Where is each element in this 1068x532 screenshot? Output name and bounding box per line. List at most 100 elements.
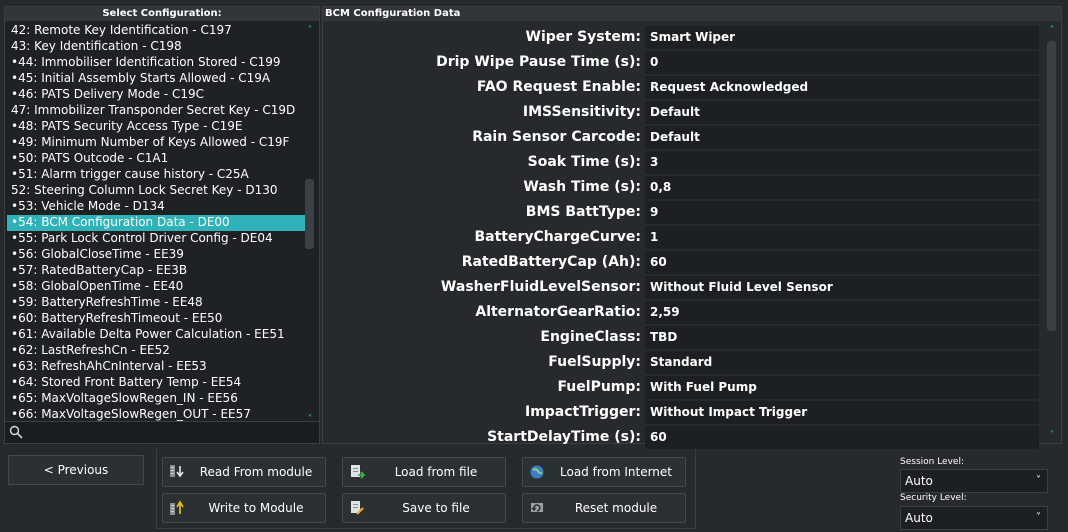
config-field-value[interactable]: Without Impact Trigger	[645, 401, 1039, 424]
session-level-select[interactable]: Auto ˅	[900, 469, 1048, 493]
load-file-icon	[351, 465, 365, 479]
load-from-file-button[interactable]: Load from file	[342, 457, 506, 487]
config-field-value[interactable]: Smart Wiper	[645, 26, 1039, 49]
list-item[interactable]: •60: BatteryRefreshTimeout - EE50	[7, 311, 305, 327]
list-item[interactable]: •55: Park Lock Control Driver Config - D…	[7, 231, 305, 247]
list-item[interactable]: •48: PATS Security Access Type - C19E	[7, 119, 305, 135]
config-field-row: FAO Request Enable: Request Acknowledged	[323, 75, 1043, 100]
config-field-label: IMSSensitivity:	[522, 104, 641, 120]
config-field-label: FuelSupply:	[548, 354, 641, 370]
list-item[interactable]: •65: MaxVoltageSlowRegen_IN - EE56	[7, 391, 305, 407]
config-field-row: BatteryChargeCurve: 1	[323, 225, 1043, 250]
list-item[interactable]: •56: GlobalCloseTime - EE39	[7, 247, 305, 263]
write-to-module-button[interactable]: Write to Module	[162, 493, 326, 523]
config-field-label: WasherFluidLevelSensor:	[440, 279, 641, 295]
list-item[interactable]: •51: Alarm trigger cause history - C25A	[7, 167, 305, 183]
config-field-row: RatedBatteryCap (Ah): 60	[323, 250, 1043, 275]
previous-button[interactable]: < Previous	[8, 455, 144, 485]
config-field-row: StartDelayTime (s): 60	[323, 425, 1043, 450]
list-item[interactable]: 43: Key Identification - C198	[7, 39, 305, 55]
config-field-row: WasherFluidLevelSensor: Without Fluid Lev…	[323, 275, 1043, 300]
config-field-value[interactable]: With Fuel Pump	[645, 376, 1039, 399]
config-field-row: FuelPump: With Fuel Pump	[323, 375, 1043, 400]
config-field-value[interactable]: 60	[645, 251, 1039, 274]
config-field-value[interactable]: Default	[645, 101, 1039, 124]
config-field-value[interactable]: 3	[645, 151, 1039, 174]
list-item[interactable]: •45: Initial Assembly Starts Allowed - C…	[7, 71, 305, 87]
configuration-list-scrollbar[interactable]: ˄ ˅	[303, 23, 317, 427]
config-field-row: FuelSupply: Standard	[323, 350, 1043, 375]
load-from-internet-button[interactable]: Load from Internet	[522, 457, 686, 487]
list-item-selected[interactable]: •54: BCM Configuration Data - DE00	[7, 215, 305, 231]
scroll-down-icon[interactable]: ˅	[1045, 430, 1059, 441]
config-field-value[interactable]: Without Fluid Level Sensor	[645, 276, 1039, 299]
configuration-data-scrollbar[interactable]: ˄ ˅	[1045, 23, 1059, 443]
config-field-label: AlternatorGearRatio:	[475, 304, 641, 320]
config-field-row: Drip Wipe Pause Time (s): 0	[323, 50, 1043, 75]
config-field-value[interactable]: 60	[645, 426, 1039, 449]
config-field-label: ImpactTrigger:	[524, 404, 641, 420]
security-level-select[interactable]: Auto ˅	[900, 506, 1048, 530]
config-field-value[interactable]: 0,8	[645, 176, 1039, 199]
chevron-down-icon: ˅	[1036, 475, 1041, 486]
scroll-up-icon[interactable]: ˄	[303, 25, 317, 36]
config-field-label: Rain Sensor Carcode:	[472, 129, 641, 145]
config-field-row: BMS BattType: 9	[323, 200, 1043, 225]
configuration-list-title: Select Configuration:	[5, 7, 319, 21]
config-field-value[interactable]: 2,59	[645, 301, 1039, 324]
list-item[interactable]: •46: PATS Delivery Mode - C19C	[7, 87, 305, 103]
config-field-value[interactable]: 1	[645, 226, 1039, 249]
config-field-label: Wiper System:	[525, 29, 641, 45]
load-from-file-label: Load from file	[394, 465, 478, 479]
save-to-file-button[interactable]: Save to file	[342, 493, 506, 523]
write-to-module-label: Write to Module	[208, 501, 304, 515]
list-item[interactable]: •64: Stored Front Battery Temp - EE54	[7, 375, 305, 391]
list-item[interactable]: •53: Vehicle Mode - D134	[7, 199, 305, 215]
list-item[interactable]: •57: RatedBatteryCap - EE3B	[7, 263, 305, 279]
config-field-label: BatteryChargeCurve:	[474, 229, 641, 245]
save-file-icon	[351, 501, 364, 515]
config-field-value[interactable]: Default	[645, 126, 1039, 149]
config-field-row: EngineClass: TBD	[323, 325, 1043, 350]
configuration-list-panel: Select Configuration: 42: Remote Key Ide…	[4, 6, 320, 444]
scroll-thumb[interactable]	[305, 179, 314, 249]
list-item[interactable]: •61: Available Delta Power Calculation -…	[7, 327, 305, 343]
bottom-toolbar: < Previous Read From module Write to Mod…	[4, 449, 1062, 530]
list-item[interactable]: •49: Minimum Number of Keys Allowed - C1…	[7, 135, 305, 151]
configuration-list[interactable]: 42: Remote Key Identification - C197 43: …	[7, 23, 305, 427]
list-item[interactable]: •63: RefreshAhCnInterval - EE53	[7, 359, 305, 375]
security-level-label: Security Level:	[900, 493, 967, 503]
scroll-thumb[interactable]	[1047, 41, 1056, 331]
list-item[interactable]: 52: Steering Column Lock Secret Key - D1…	[7, 183, 305, 199]
list-item[interactable]: 42: Remote Key Identification - C197	[7, 23, 305, 39]
config-field-row: ImpactTrigger: Without Impact Trigger	[323, 400, 1043, 425]
reset-module-button[interactable]: Reset module	[522, 493, 686, 523]
search-input[interactable]	[27, 424, 315, 441]
list-item[interactable]: •59: BatteryRefreshTime - EE48	[7, 295, 305, 311]
config-field-row: AlternatorGearRatio: 2,59	[323, 300, 1043, 325]
config-field-value[interactable]: TBD	[645, 326, 1039, 349]
config-field-label: Wash Time (s):	[523, 179, 641, 195]
session-level-value: Auto	[905, 474, 933, 488]
config-field-value[interactable]: 9	[645, 201, 1039, 224]
config-field-value[interactable]: 0	[645, 51, 1039, 74]
search-icon	[9, 425, 23, 439]
scroll-up-icon[interactable]: ˄	[1045, 25, 1059, 36]
config-field-label: BMS BattType:	[525, 204, 641, 220]
config-field-label: RatedBatteryCap (Ah):	[461, 254, 641, 270]
config-field-label: Drip Wipe Pause Time (s):	[436, 54, 641, 70]
list-item[interactable]: •50: PATS Outcode - C1A1	[7, 151, 305, 167]
save-to-file-label: Save to file	[402, 501, 470, 515]
search-row	[5, 421, 319, 443]
config-field-value[interactable]: Request Acknowledged	[645, 76, 1039, 99]
list-item[interactable]: •62: LastRefreshCn - EE52	[7, 343, 305, 359]
read-from-module-button[interactable]: Read From module	[162, 457, 326, 487]
config-field-row: Soak Time (s): 3	[323, 150, 1043, 175]
list-item[interactable]: 47: Immobilizer Transponder Secret Key -…	[7, 103, 305, 119]
list-item[interactable]: •58: GlobalOpenTime - EE40	[7, 279, 305, 295]
config-field-row: Wiper System: Smart Wiper	[323, 25, 1043, 50]
list-item[interactable]: •44: Immobiliser Identification Stored -…	[7, 55, 305, 71]
chevron-down-icon: ˅	[1036, 512, 1041, 523]
config-field-value[interactable]: Standard	[645, 351, 1039, 374]
config-field-label: StartDelayTime (s):	[487, 429, 641, 445]
